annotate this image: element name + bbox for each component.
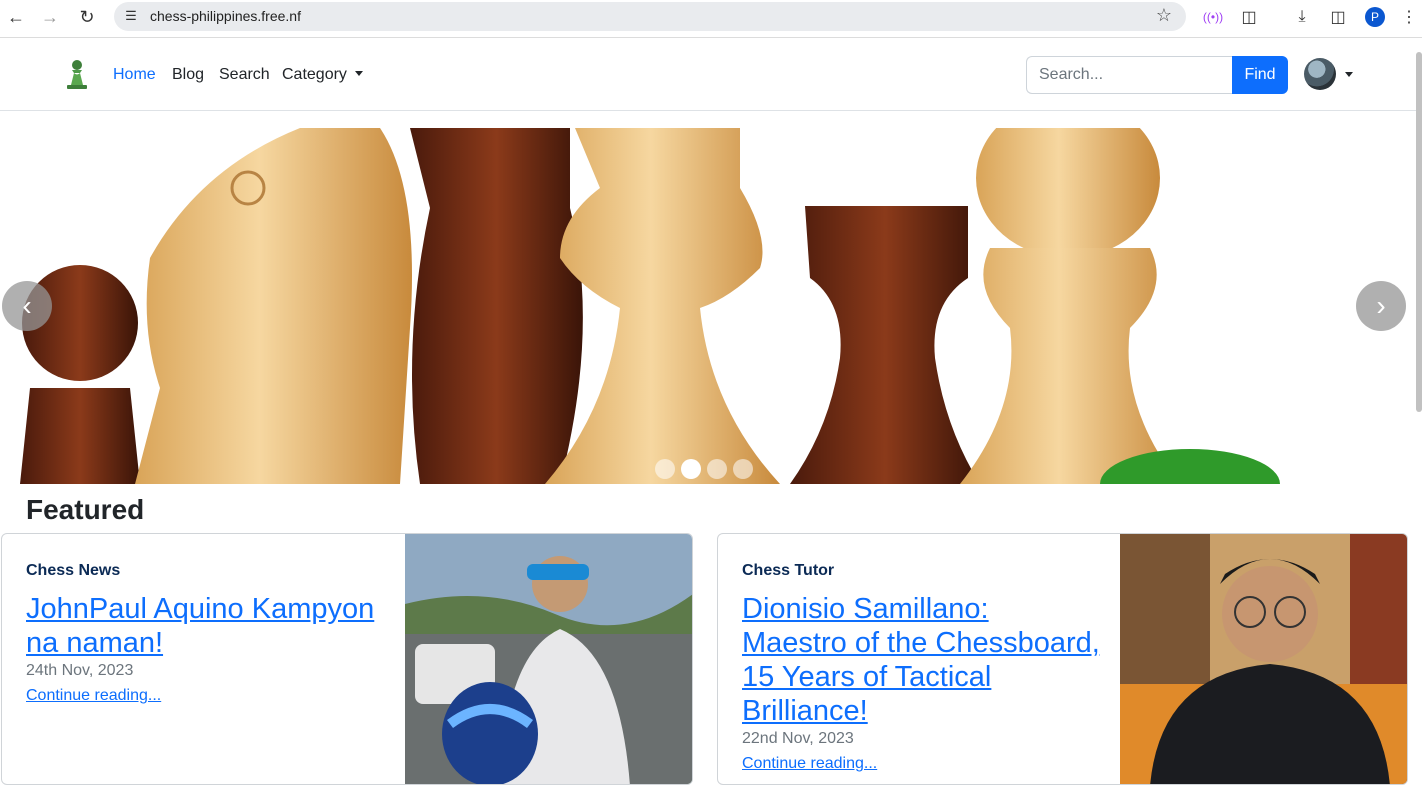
cast-icon[interactable]: ((•)) bbox=[1201, 5, 1225, 29]
featured-card: Chess Tutor Dionisio Samillano: Maestro … bbox=[717, 533, 1408, 785]
site-info-icon[interactable]: ☰ bbox=[122, 7, 140, 25]
extensions-icon[interactable]: ◫ bbox=[1237, 5, 1261, 29]
download-icon[interactable]: ⤓ bbox=[1290, 5, 1314, 29]
forward-icon[interactable]: → bbox=[38, 5, 62, 29]
nav-home[interactable]: Home bbox=[113, 66, 156, 84]
continue-reading-link[interactable]: Continue reading... bbox=[742, 755, 877, 773]
card-title-line: Dionisio Samillano: bbox=[742, 593, 989, 625]
chevron-down-icon bbox=[354, 71, 363, 76]
continue-reading-link[interactable]: Continue reading... bbox=[26, 687, 161, 705]
card-title-link[interactable]: JohnPaul Aquino Kampyon na naman! bbox=[26, 592, 374, 660]
browser-toolbar: ← → ↻ ☰ chess-philippines.free.nf ☆ ((•)… bbox=[0, 0, 1422, 38]
nav-category-dropdown[interactable]: Category bbox=[282, 66, 363, 84]
card-photo bbox=[1120, 534, 1407, 784]
card-title-line: Maestro of the Chessboard, bbox=[742, 627, 1100, 659]
carousel-indicator-3[interactable] bbox=[707, 459, 727, 479]
side-panel-icon[interactable]: ◫ bbox=[1326, 5, 1350, 29]
hero-carousel: ‹ › bbox=[0, 128, 1422, 484]
card-title-line: JohnPaul Aquino Kampyon bbox=[26, 593, 375, 625]
page-scrollbar[interactable] bbox=[1416, 52, 1422, 412]
nav-category-label: Category bbox=[282, 66, 347, 83]
carousel-indicators bbox=[655, 459, 753, 479]
url-text[interactable]: chess-philippines.free.nf bbox=[150, 8, 301, 24]
carousel-prev-button[interactable]: ‹ bbox=[2, 281, 52, 331]
profile-avatar[interactable]: P bbox=[1365, 7, 1385, 27]
carousel-indicator-2[interactable] bbox=[681, 459, 701, 479]
card-photo bbox=[405, 534, 692, 784]
nav-search[interactable]: Search bbox=[219, 66, 270, 84]
back-icon[interactable]: ← bbox=[4, 5, 28, 29]
search-input[interactable] bbox=[1026, 56, 1233, 94]
carousel-indicator-4[interactable] bbox=[733, 459, 753, 479]
chess-pieces-image bbox=[20, 128, 1280, 484]
site-navbar: Home Blog Search Category Find bbox=[0, 39, 1422, 111]
chevron-right-icon: › bbox=[1376, 290, 1386, 321]
featured-card: Chess News JohnPaul Aquino Kampyon na na… bbox=[1, 533, 693, 785]
carousel-indicator-1[interactable] bbox=[655, 459, 675, 479]
card-date: 24th Nov, 2023 bbox=[26, 662, 134, 679]
card-title-line: na naman! bbox=[26, 627, 164, 659]
card-title-link[interactable]: Dionisio Samillano: Maestro of the Chess… bbox=[742, 592, 1100, 728]
chess-pawn-logo-icon[interactable] bbox=[64, 58, 90, 90]
reload-icon[interactable]: ↻ bbox=[75, 5, 99, 29]
card-title-line: 15 Years of Tactical bbox=[742, 661, 992, 693]
card-category: Chess Tutor bbox=[742, 562, 835, 579]
nav-blog[interactable]: Blog bbox=[172, 66, 204, 84]
card-date: 22nd Nov, 2023 bbox=[742, 730, 854, 747]
avatar-chevron-down-icon[interactable] bbox=[1345, 72, 1353, 77]
chevron-left-icon: ‹ bbox=[22, 290, 32, 321]
featured-heading: Featured bbox=[26, 494, 145, 525]
bookmark-star-icon[interactable]: ☆ bbox=[1156, 5, 1172, 26]
menu-icon[interactable]: ⋮ bbox=[1397, 5, 1421, 29]
address-bar[interactable]: ☰ chess-philippines.free.nf ☆ bbox=[114, 2, 1186, 31]
user-avatar[interactable] bbox=[1304, 58, 1336, 90]
card-title-line: Brilliance! bbox=[742, 695, 868, 727]
find-button[interactable]: Find bbox=[1232, 56, 1288, 94]
card-category: Chess News bbox=[26, 562, 121, 579]
carousel-next-button[interactable]: › bbox=[1356, 281, 1406, 331]
